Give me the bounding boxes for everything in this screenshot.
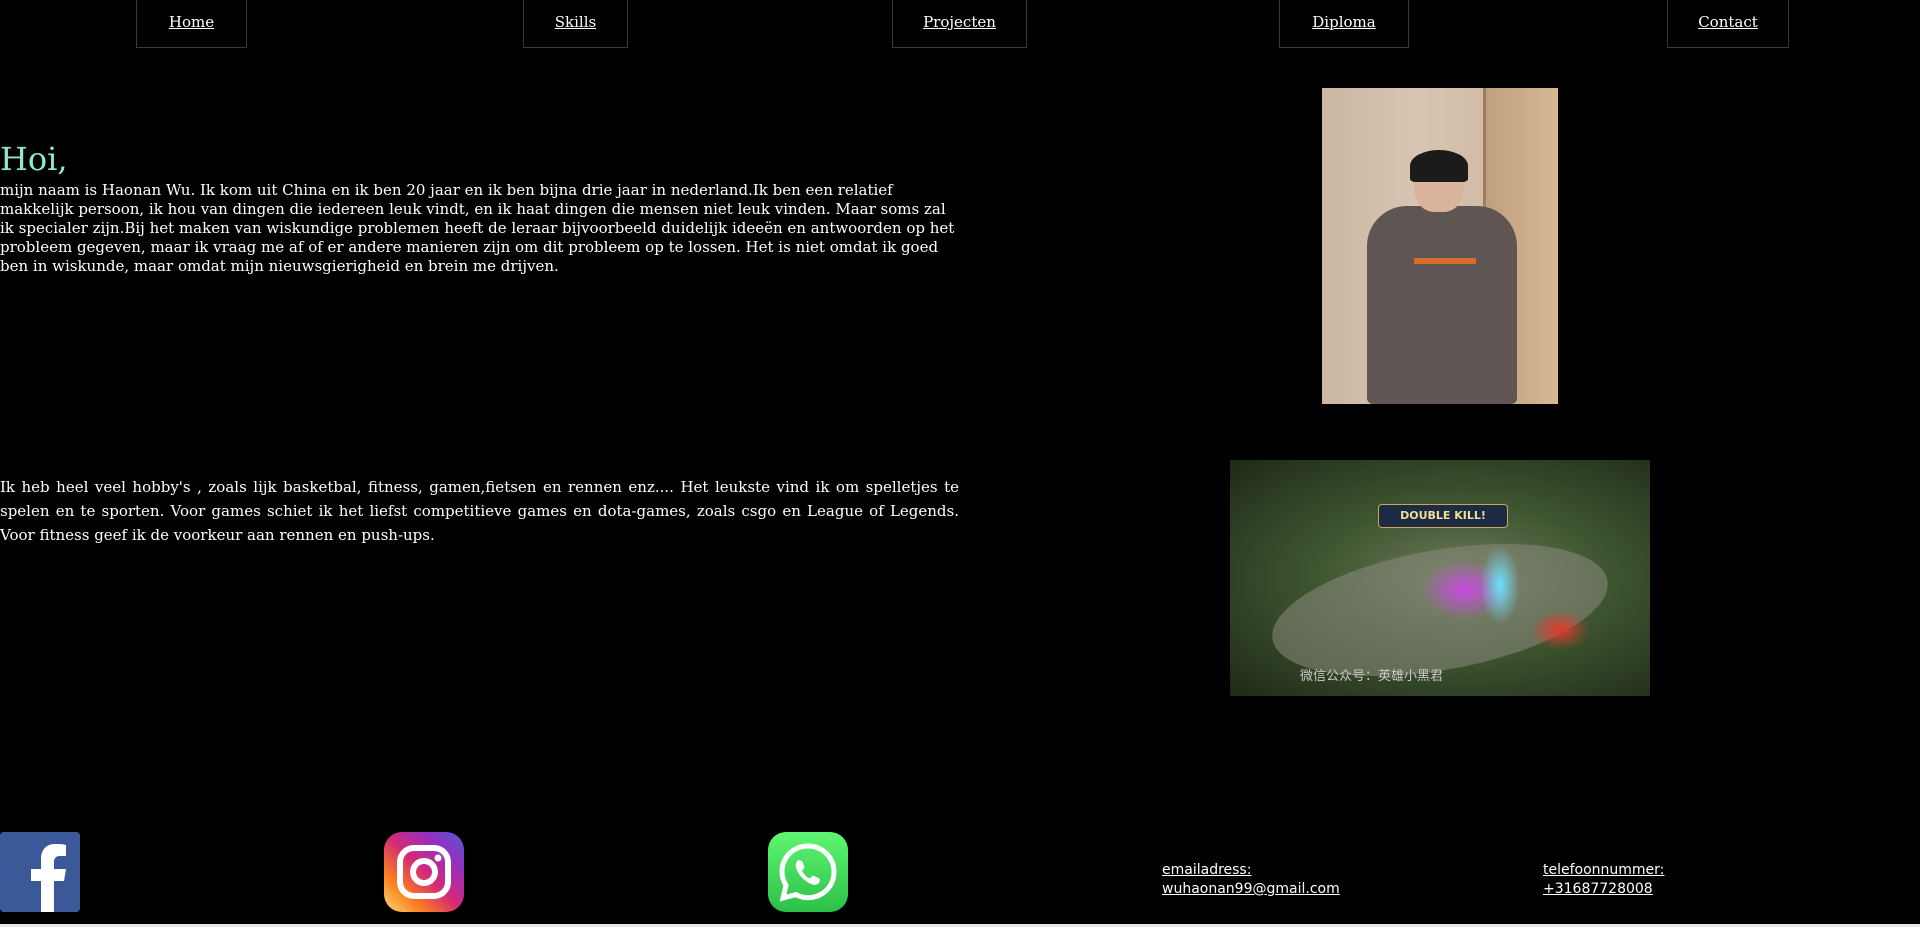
nav-diploma-link[interactable]: Diploma [1279,0,1409,48]
nav-skills-link[interactable]: Skills [523,0,628,48]
photo-torso [1367,206,1517,404]
nav-projects-link[interactable]: Projecten [892,0,1027,48]
phone-value: +31687728008 [1543,881,1653,897]
facebook-icon[interactable] [0,832,80,912]
page: Home Skills Projecten Diploma Contact Ho… [0,0,1920,927]
instagram-icon[interactable] [384,832,464,912]
hobbies-paragraph: Ik heb heel veel hobby's , zoals lijk ba… [0,478,959,544]
phone-label: telefoonnummer: [1543,862,1665,878]
game-effect [1480,545,1520,625]
nav-contact-link[interactable]: Contact [1667,0,1789,48]
email-label: emailadress: [1162,862,1252,878]
email-value: wuhaonan99@gmail.com [1162,881,1340,897]
contact-email-link[interactable]: emailadress: wuhaonan99@gmail.com [1162,861,1340,899]
game-watermark-caption: 微信公众号：英雄小黑君 [1300,669,1444,684]
whatsapp-icon[interactable] [768,832,848,912]
greeting-heading: Hoi, [0,140,68,178]
game-effect [1530,610,1590,650]
contact-phone-link[interactable]: telefoonnummer: +31687728008 [1543,861,1664,899]
photo-shirt-print [1414,258,1476,264]
nav-home-link[interactable]: Home [136,0,247,48]
game-screenshot: DOUBLE KILL! 微信公众号：英雄小黑君 [1230,460,1650,696]
double-kill-banner: DOUBLE KILL! [1378,504,1508,528]
intro-paragraph: mijn naam is Haonan Wu. Ik kom uit China… [0,181,955,275]
profile-photo [1322,88,1558,404]
photo-beanie [1410,150,1468,182]
